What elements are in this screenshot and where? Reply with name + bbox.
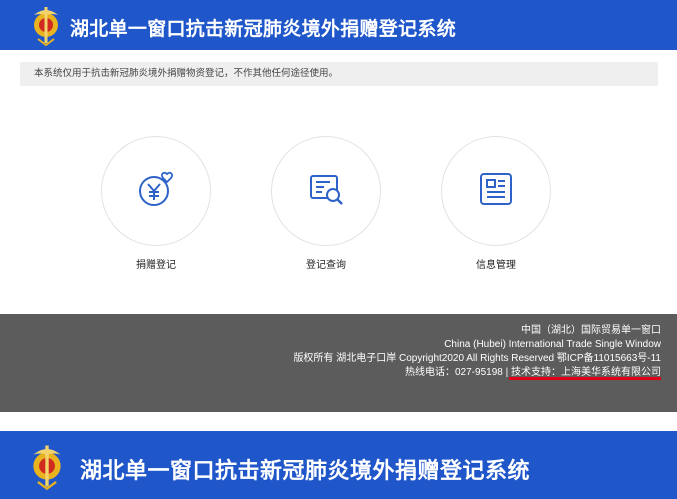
customs-emblem-icon: [26, 3, 66, 47]
document-search-icon: [306, 169, 346, 213]
profile-card-icon: [476, 169, 516, 213]
tile-label: 信息管理: [476, 260, 516, 271]
footer-separator: |: [505, 367, 509, 378]
header-banner-zoomed: 湖北单一窗口抗击新冠肺炎境外捐赠登记系统: [0, 431, 677, 499]
info-management-button[interactable]: [441, 136, 551, 246]
notice-bar: 本系统仅用于抗击新冠肺炎境外捐赠物资登记，不作其他任何途径使用。: [20, 62, 658, 86]
footer-hotline: 热线电话：027-95198: [405, 367, 503, 378]
app-title: 湖北单一窗口抗击新冠肺炎境外捐赠登记系统: [70, 18, 457, 40]
customs-emblem-icon: [24, 441, 70, 491]
footer-copyright: 版权所有 湖北电子口岸 Copyright2020 All Rights Res…: [293, 353, 661, 364]
footer-org-en: China (Hubei) International Trade Single…: [444, 339, 661, 350]
footer-text: 中国（湖北）国际贸易单一窗口 China (Hubei) Internation…: [293, 324, 661, 380]
tile-register-query[interactable]: 登记查询: [271, 136, 381, 276]
tech-support-highlight: [509, 377, 661, 380]
register-query-button[interactable]: [271, 136, 381, 246]
footer-org-cn: 中国（湖北）国际贸易单一窗口: [521, 325, 661, 336]
app-title-zoomed: 湖北单一窗口抗击新冠肺炎境外捐赠登记系统: [80, 459, 531, 484]
tile-info-management[interactable]: 信息管理: [441, 136, 551, 276]
page-footer: 中国（湖北）国际贸易单一窗口 China (Hubei) Internation…: [0, 314, 677, 412]
tile-label: 捐赠登记: [136, 260, 176, 271]
app-header: 湖北单一窗口抗击新冠肺炎境外捐赠登记系统: [0, 0, 677, 50]
tile-label: 登记查询: [306, 260, 346, 271]
yuan-heart-icon: [136, 169, 176, 213]
tile-donation-register[interactable]: 捐赠登记: [101, 136, 211, 276]
donation-register-button[interactable]: [101, 136, 211, 246]
